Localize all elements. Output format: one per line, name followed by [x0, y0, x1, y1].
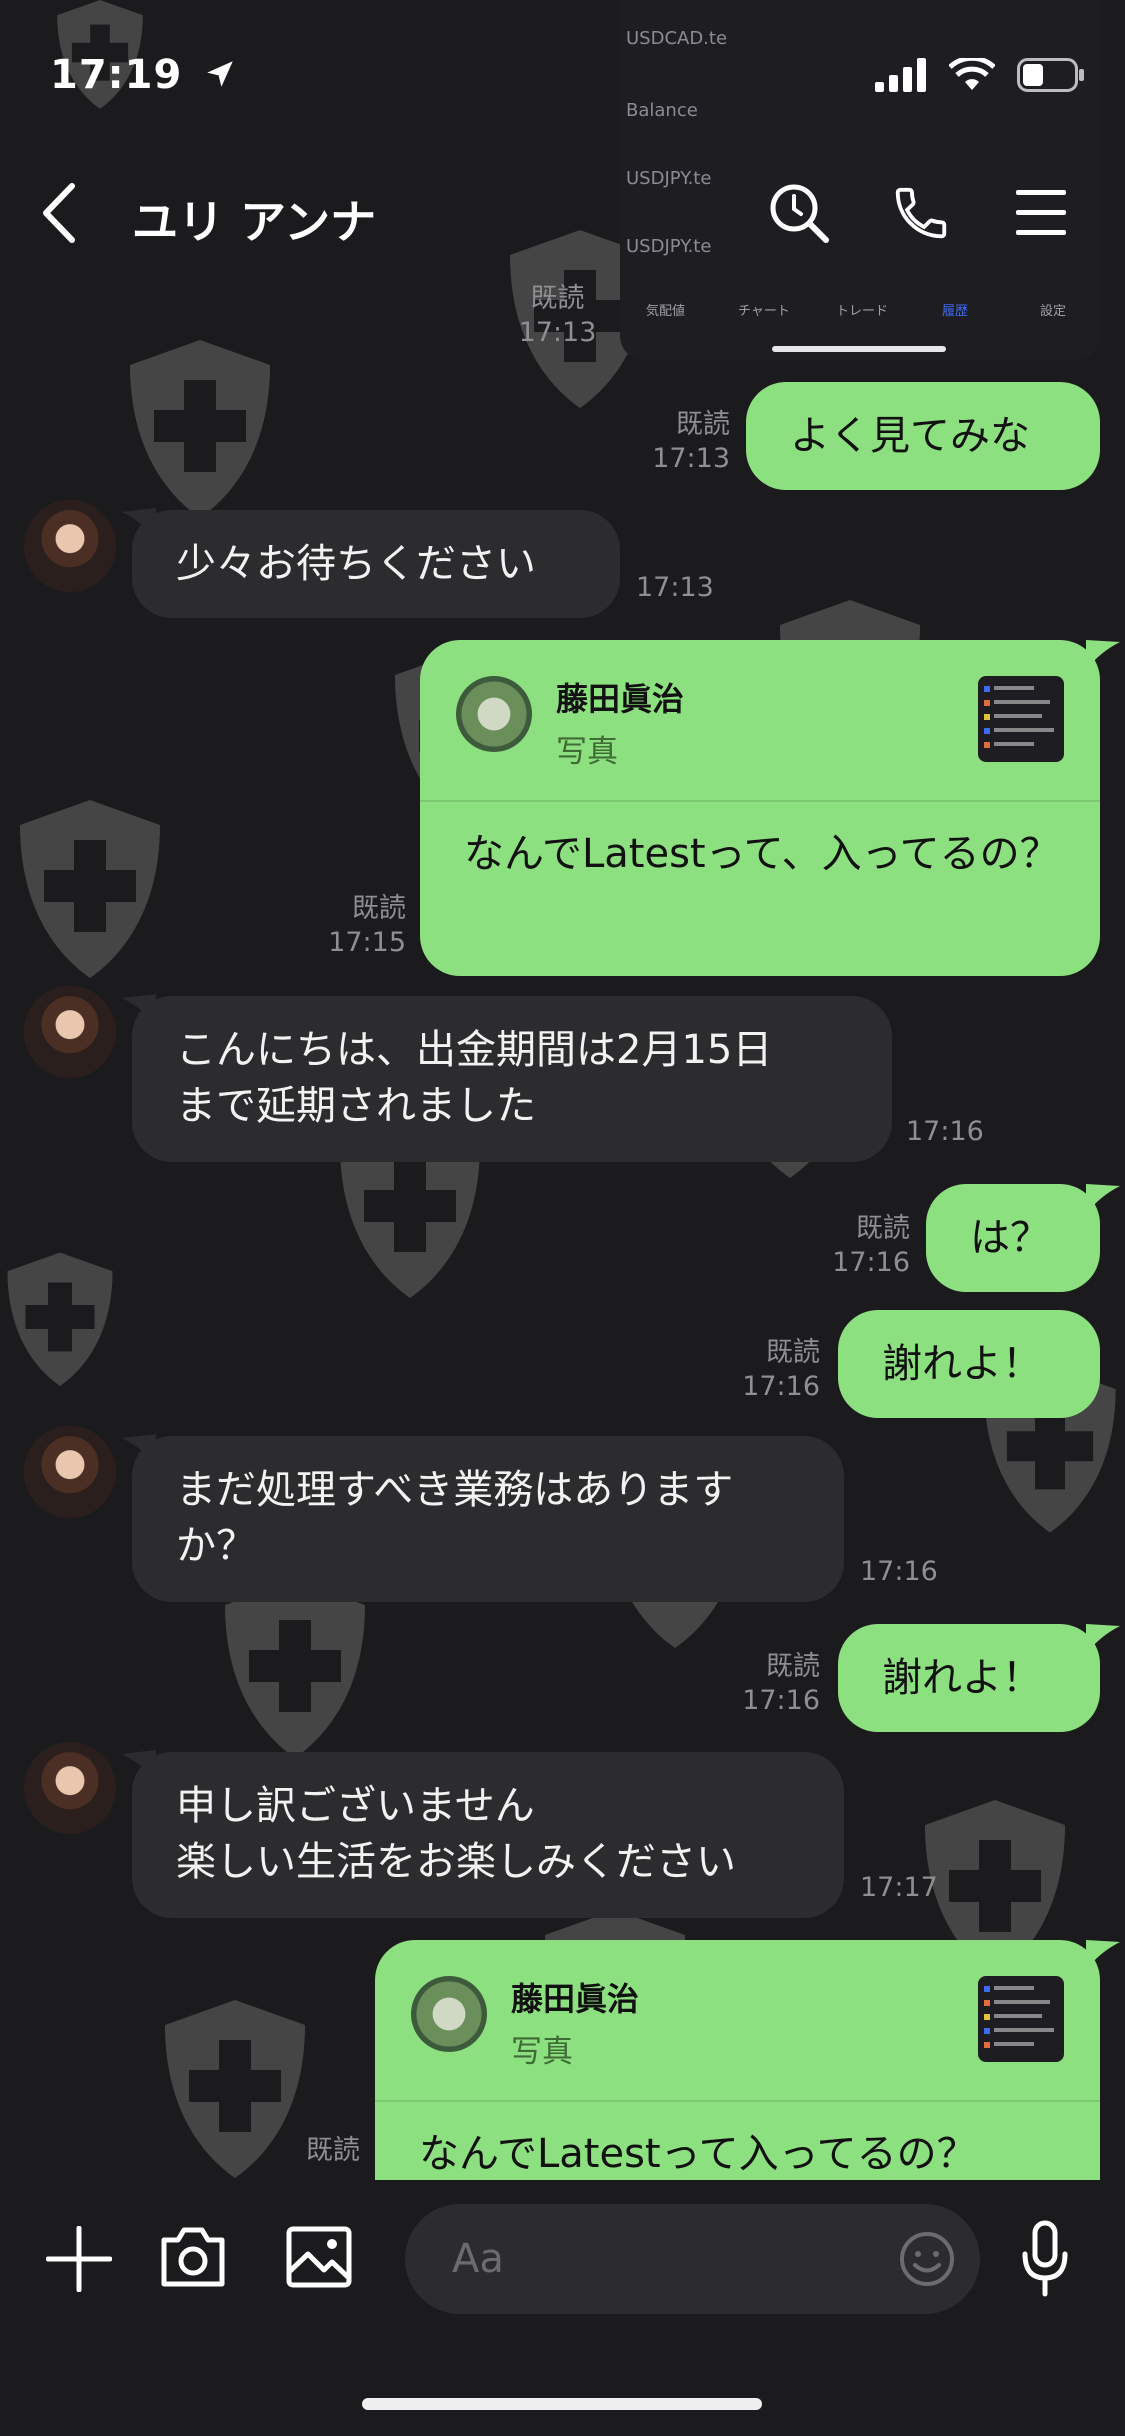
image-icon[interactable]	[286, 2226, 352, 2288]
emoji-icon[interactable]	[898, 2230, 956, 2288]
message-time: 17:16	[860, 1556, 938, 1587]
message-meta: 既読 17:13	[640, 408, 730, 476]
screenshot-tab: 設定	[1040, 304, 1067, 319]
back-icon[interactable]	[38, 182, 78, 244]
status-indicators	[875, 58, 1085, 92]
screenshot-tab: 気配値	[646, 304, 686, 319]
message-meta: 既読 17:16	[740, 1650, 820, 1718]
message-meta: 既読 17:15	[320, 892, 406, 960]
camera-icon[interactable]	[160, 2226, 226, 2288]
message-bubble-received[interactable]: こんにちは、出金期間は2月15日 まで延期されました	[132, 996, 892, 1162]
message-time: 17:15	[328, 927, 406, 958]
message-text: は？	[970, 1215, 1050, 1261]
home-indicator	[362, 2398, 762, 2410]
message-time: 17:16	[742, 1371, 820, 1402]
read-receipt: 既読	[766, 1651, 820, 1682]
message-bubble-sent[interactable]: 謝れよ！	[838, 1624, 1100, 1732]
screenshot-row: USDJPY.te	[626, 236, 712, 257]
read-receipt: 既読	[856, 1213, 910, 1244]
message-meta: 既読	[270, 2134, 360, 2168]
message-bubble-reply[interactable]: 藤田眞治 写真 なんでLatestって、入ってるの？	[420, 640, 1100, 976]
watermark-shield	[130, 340, 270, 518]
reply-quote[interactable]: 藤田眞治 写真	[375, 1940, 1100, 2102]
message-meta: 既読 17:16	[830, 1212, 910, 1280]
read-receipt: 既読	[352, 893, 406, 924]
search-icon[interactable]	[768, 182, 830, 244]
message-time: 17:17	[860, 1872, 938, 1903]
message-time: 17:13	[518, 317, 597, 348]
message-text-line: 楽しい生活をお楽しみください	[176, 1839, 736, 1885]
read-receipt: 既読	[306, 2135, 360, 2166]
screenshot-thumbnail-icon	[984, 686, 1054, 748]
message-time: 17:13	[636, 572, 714, 603]
watermark-shield	[225, 1580, 365, 1758]
message-time: 17:16	[832, 1247, 910, 1278]
message-meta: 既読 17:13	[510, 282, 605, 350]
reply-thumbnail	[978, 676, 1064, 762]
screenshot-row: Balance	[626, 100, 698, 121]
reply-sender-name: 藤田眞治	[511, 1980, 640, 2018]
screenshot-tab: 履歴	[942, 304, 969, 319]
message-bubble-sent[interactable]: よく見てみな	[746, 382, 1100, 490]
read-receipt: 既読	[676, 409, 730, 440]
message-bubble-received[interactable]: まだ処理すべき業務はあります か？	[132, 1436, 844, 1602]
screenshot-row: USDCAD.te	[626, 28, 728, 49]
status-time-text: 17:19	[50, 52, 183, 98]
message-text: なんでLatestって入ってるの？	[419, 2131, 977, 2177]
screenshot-row: USDJPY.te	[626, 168, 712, 189]
screenshot-tab: トレード	[836, 304, 889, 319]
message-text: 謝れよ！	[882, 1655, 1042, 1701]
wifi-icon	[949, 58, 995, 90]
message-text: なんでLatestって、入ってるの？	[464, 831, 1060, 877]
screenshot-tab: チャート	[738, 304, 790, 319]
message-time: 17:16	[906, 1116, 984, 1147]
message-text: 少々お待ちください	[176, 541, 536, 587]
message-bubble-sent[interactable]: 謝れよ！	[838, 1310, 1100, 1418]
reply-avatar	[411, 1976, 487, 2052]
message-time: 17:13	[652, 443, 730, 474]
avatar[interactable]	[24, 500, 116, 592]
reply-thumbnail	[978, 1976, 1064, 2062]
message-bubble-received[interactable]: 少々お待ちください	[132, 510, 620, 618]
message-input-placeholder: Aa	[452, 2236, 504, 2282]
message-bubble-sent[interactable]: は？	[926, 1184, 1100, 1292]
bubble-tail	[1086, 1184, 1120, 1214]
mic-icon[interactable]	[1020, 2220, 1070, 2298]
menu-icon[interactable]	[1016, 190, 1066, 236]
phone-icon[interactable]	[890, 182, 952, 244]
message-text-line: か？	[176, 1523, 256, 1569]
read-receipt: 既読	[530, 283, 585, 314]
status-time: 17:19	[50, 52, 237, 98]
message-time: 17:16	[742, 1685, 820, 1716]
watermark-shield	[20, 800, 160, 978]
read-receipt: 既読	[766, 1337, 820, 1368]
bubble-tail	[1086, 1940, 1120, 1970]
message-text: 謝れよ！	[882, 1341, 1042, 1387]
watermark-shield	[7, 1252, 113, 1386]
reply-sender-name: 藤田眞治	[556, 680, 685, 718]
avatar[interactable]	[24, 1742, 116, 1834]
chat-title: ユリ アンナ	[132, 195, 377, 249]
avatar[interactable]	[24, 986, 116, 1078]
plus-icon[interactable]	[46, 2226, 112, 2292]
message-text-line: 申し訳ございません	[176, 1783, 535, 1829]
location-icon	[207, 61, 234, 87]
reply-type-label: 写真	[556, 734, 618, 770]
reply-avatar	[456, 676, 532, 752]
reply-type-label: 写真	[511, 2034, 573, 2070]
reply-quote[interactable]: 藤田眞治 写真	[420, 640, 1100, 802]
screenshot-home-indicator	[772, 346, 946, 352]
message-text-line: まだ処理すべき業務はあります	[176, 1467, 734, 1513]
message-text: よく見てみな	[790, 413, 1030, 459]
signal-icon	[875, 58, 926, 92]
message-bubble-received[interactable]: 申し訳ございません 楽しい生活をお楽しみください	[132, 1752, 844, 1918]
message-text-line: まで延期されました	[176, 1083, 536, 1129]
bubble-tail	[1086, 640, 1120, 670]
battery-icon	[1017, 58, 1084, 92]
avatar[interactable]	[24, 1426, 116, 1518]
bubble-tail	[1086, 1624, 1120, 1654]
message-meta: 既読 17:16	[740, 1336, 820, 1404]
message-text-line: こんにちは、出金期間は2月15日	[176, 1027, 773, 1073]
screenshot-thumbnail-icon	[984, 1986, 1054, 2048]
